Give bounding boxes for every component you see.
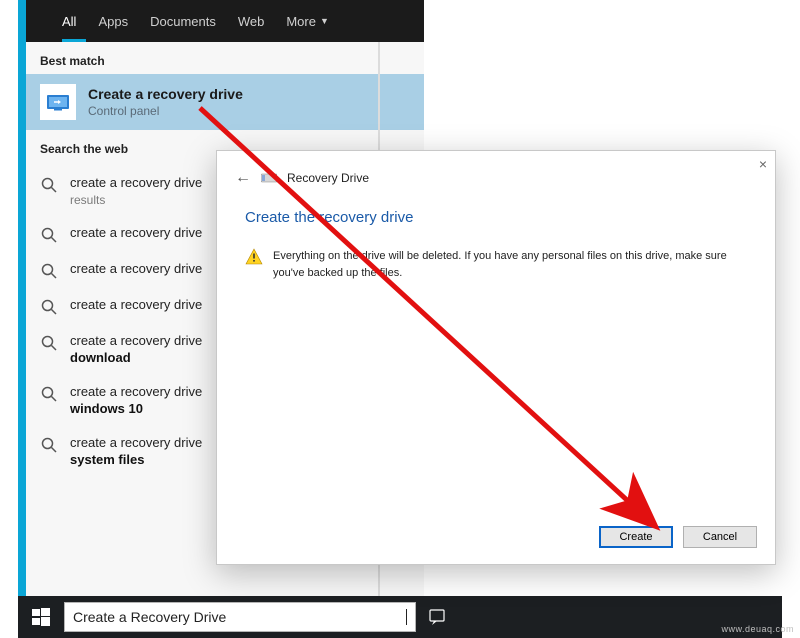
web-result-label: create a recovery drive xyxy=(70,296,202,314)
best-match-subtitle: Control panel xyxy=(88,104,243,118)
dialog-buttons: Create Cancel xyxy=(599,526,757,548)
text-caret xyxy=(406,609,407,625)
warning-icon xyxy=(245,248,263,266)
create-button[interactable]: Create xyxy=(599,526,673,548)
web-result-label: create a recovery driveresults xyxy=(70,174,202,208)
cortana-icon xyxy=(428,608,446,626)
recovery-drive-icon xyxy=(45,92,71,112)
search-input[interactable] xyxy=(73,609,406,625)
tab-web[interactable]: Web xyxy=(238,14,265,29)
web-result-label: create a recovery drive xyxy=(70,224,202,242)
start-button[interactable] xyxy=(18,596,64,638)
search-tabs: All Apps Documents Web More ▼ xyxy=(26,0,424,42)
best-match-title: Create a recovery drive xyxy=(88,86,243,102)
back-button[interactable]: ← xyxy=(235,169,251,187)
tab-apps[interactable]: Apps xyxy=(98,14,128,29)
close-button[interactable]: × xyxy=(759,156,767,172)
dialog-header-title: Recovery Drive xyxy=(287,171,369,185)
drive-icon xyxy=(261,172,277,184)
best-match-item[interactable]: Create a recovery drive Control panel xyxy=(26,74,424,130)
dialog-header: ← Recovery Drive xyxy=(217,151,775,187)
chevron-down-icon: ▼ xyxy=(320,16,329,26)
dialog-title: Create the recovery drive xyxy=(217,187,775,226)
search-box[interactable] xyxy=(64,602,416,632)
search-icon xyxy=(40,176,58,194)
web-result-label: create a recovery drive xyxy=(70,260,202,278)
accent-stripe xyxy=(18,0,26,620)
search-icon xyxy=(40,226,58,244)
web-result-label: create a recovery drivewindows 10 xyxy=(70,383,202,418)
search-icon xyxy=(40,436,58,454)
tab-more[interactable]: More ▼ xyxy=(286,14,329,29)
best-match-header: Best match xyxy=(26,42,424,74)
search-icon xyxy=(40,298,58,316)
search-icon xyxy=(40,262,58,280)
cancel-button[interactable]: Cancel xyxy=(683,526,757,548)
web-result-label: create a recovery drivedownload xyxy=(70,332,202,367)
tab-more-label: More xyxy=(286,14,316,29)
dialog-message: Everything on the drive will be deleted.… xyxy=(273,248,747,281)
cortana-button[interactable] xyxy=(416,596,458,638)
best-match-text: Create a recovery drive Control panel xyxy=(88,86,243,118)
watermark: www.deuaq.com xyxy=(721,624,794,634)
search-icon xyxy=(40,385,58,403)
web-result-label: create a recovery drivesystem files xyxy=(70,434,202,469)
recovery-drive-dialog: × ← Recovery Drive Create the recovery d… xyxy=(216,150,776,565)
dialog-body: Everything on the drive will be deleted.… xyxy=(217,226,775,281)
tab-all[interactable]: All xyxy=(62,14,76,29)
taskbar xyxy=(18,596,782,638)
best-match-icon-wrap xyxy=(40,84,76,120)
windows-logo-icon xyxy=(32,608,50,626)
search-icon xyxy=(40,334,58,352)
tab-documents[interactable]: Documents xyxy=(150,14,216,29)
